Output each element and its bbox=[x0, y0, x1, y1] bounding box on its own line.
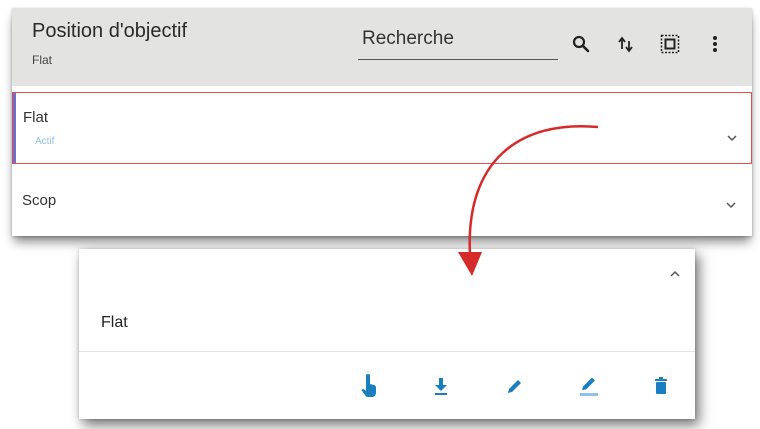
chevron-down-icon[interactable] bbox=[724, 198, 738, 212]
select-all-icon[interactable] bbox=[658, 32, 682, 56]
chevron-down-icon[interactable] bbox=[725, 131, 739, 145]
sort-icon[interactable] bbox=[614, 32, 638, 56]
list-panel: Position d'objectif Flat Recherche Flat … bbox=[12, 8, 752, 236]
chevron-up-icon[interactable] bbox=[668, 267, 682, 281]
status-badge: Actif bbox=[35, 136, 55, 147]
edit-icon[interactable] bbox=[503, 373, 527, 399]
more-vert-icon[interactable] bbox=[703, 32, 727, 56]
detail-panel: Flat bbox=[79, 249, 695, 419]
list-item-label: Scop bbox=[22, 192, 57, 209]
list-item-label: Flat bbox=[23, 109, 49, 126]
list-item-flat[interactable]: Flat Actif bbox=[12, 92, 752, 164]
touch-icon[interactable] bbox=[357, 373, 381, 399]
page-title: Position d'objectif bbox=[32, 20, 188, 42]
list-item-scop[interactable]: Scop bbox=[12, 171, 752, 231]
search-underline bbox=[358, 59, 558, 60]
search-icon[interactable] bbox=[569, 32, 593, 56]
download-icon[interactable] bbox=[429, 373, 453, 399]
edit-underline-icon[interactable] bbox=[577, 373, 601, 399]
delete-icon[interactable] bbox=[649, 373, 673, 399]
page-subtitle: Flat bbox=[32, 53, 53, 67]
toolbar: Position d'objectif Flat Recherche bbox=[12, 8, 752, 86]
detail-label: Flat bbox=[101, 314, 128, 331]
divider bbox=[79, 351, 695, 352]
search-input[interactable]: Recherche bbox=[362, 28, 454, 50]
selection-accent bbox=[13, 93, 16, 163]
